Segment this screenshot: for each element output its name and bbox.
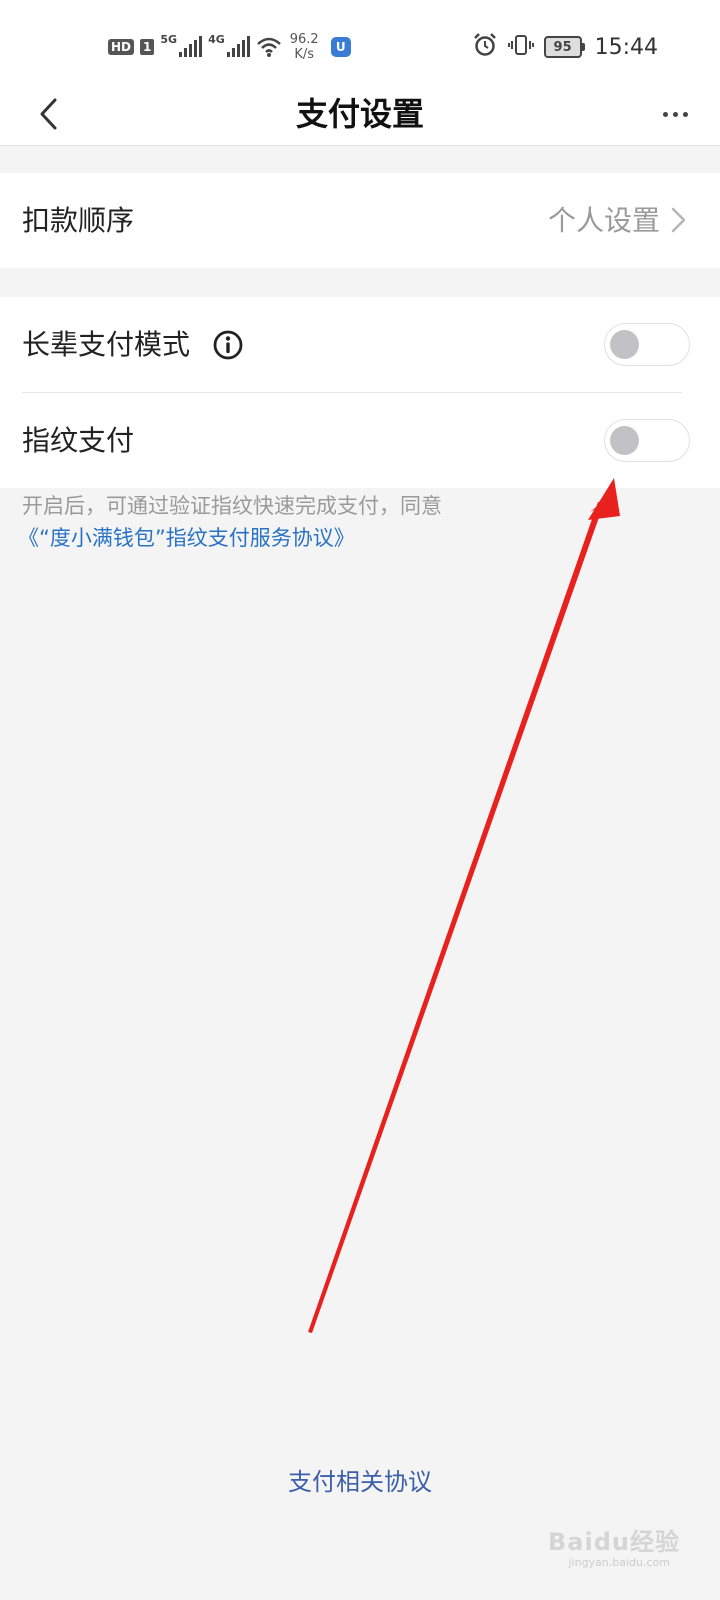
nav-bar: 支付设置 <box>0 90 720 146</box>
wifi-icon <box>256 36 282 58</box>
more-button[interactable] <box>650 94 700 134</box>
fingerprint-toggle[interactable] <box>604 419 690 462</box>
alarm-icon <box>472 32 498 62</box>
signal-icon <box>226 36 250 57</box>
status-right: 95 15:44 <box>472 30 658 64</box>
app-notification-icon: U <box>330 37 351 57</box>
clock: 15:44 <box>594 34 658 60</box>
network-type-5g: 5G <box>160 32 178 46</box>
signal-icon <box>179 36 203 57</box>
hd-badge: HD <box>108 39 135 55</box>
more-dots-icon <box>662 111 668 117</box>
chevron-right-icon <box>671 207 686 233</box>
elder-mode-row: 长辈支付模式 <box>0 297 720 392</box>
elder-mode-toggle[interactable] <box>604 323 690 366</box>
elder-mode-label: 长辈支付模式 <box>22 328 191 361</box>
baidu-watermark-url: jingyan.baidu.com <box>568 1556 670 1569</box>
status-left: HD 1 5G 4G 96.2 K/s U <box>108 30 351 64</box>
deduction-order-value: 个人设置 <box>547 204 660 237</box>
toggle-knob <box>610 426 639 455</box>
page-title: 支付设置 <box>295 95 424 133</box>
payment-agreements-link[interactable]: 支付相关协议 <box>0 1462 720 1497</box>
vibrate-icon <box>507 32 534 62</box>
status-bar: HD 1 5G 4G 96.2 K/s U 95 15:44 <box>0 0 720 90</box>
info-icon[interactable] <box>212 329 244 361</box>
fingerprint-agreement-link[interactable]: 《“度小满钱包”指纹支付服务协议》 <box>18 522 355 554</box>
network-speed-value: 96.2 <box>289 32 319 47</box>
network-speed-unit: K/s <box>294 47 315 62</box>
sim-badge: 1 <box>140 39 155 55</box>
deduction-order-label: 扣款顺序 <box>22 204 135 237</box>
fingerprint-row: 指纹支付 <box>0 393 720 488</box>
deduction-order-row[interactable]: 扣款顺序 个人设置 <box>0 173 720 268</box>
network-type-4g: 4G <box>208 32 225 46</box>
fingerprint-description: 开启后，可通过验证指纹快速完成支付，同意 <box>22 494 442 518</box>
payment-toggles-card: 长辈支付模式 指纹支付 <box>0 297 720 488</box>
network-speed: 96.2 K/s <box>290 32 319 62</box>
deduction-order-card: 扣款顺序 个人设置 <box>0 173 720 268</box>
battery-level: 95 <box>543 36 582 58</box>
battery-icon: 95 <box>543 36 585 58</box>
fingerprint-label: 指纹支付 <box>22 424 135 457</box>
toggle-knob <box>610 330 639 359</box>
baidu-watermark: Baidu经验 <box>548 1528 680 1556</box>
